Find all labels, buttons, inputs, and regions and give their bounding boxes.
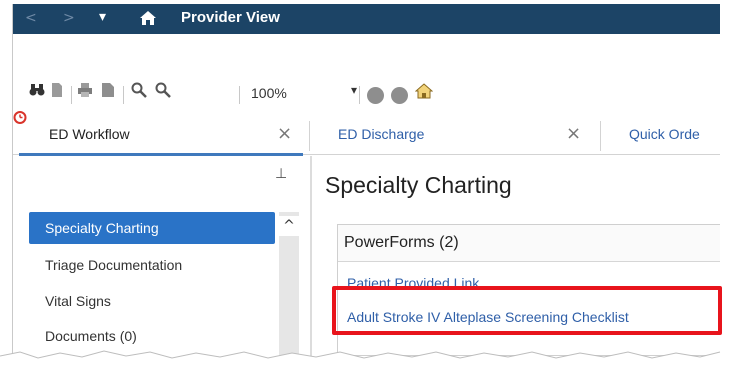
tab-label: Quick Orde [629, 126, 700, 142]
close-icon[interactable]: × [566, 123, 581, 144]
powerforms-header[interactable]: PowerForms (2) [338, 225, 720, 262]
tab-ed-discharge[interactable]: ED Discharge × [310, 117, 600, 155]
zoom-value: 100% [251, 85, 287, 101]
scroll-up-button[interactable]: ^ [279, 216, 299, 236]
nav-item-vital-signs[interactable]: Vital Signs [29, 285, 275, 317]
home-icon[interactable] [139, 10, 157, 31]
zoom-select[interactable]: 100% ▾ [247, 81, 365, 105]
powerforms-title: PowerForms (2) [344, 234, 459, 251]
pane-splitter[interactable] [310, 156, 312, 356]
nav-item-specialty-charting[interactable]: Specialty Charting [29, 212, 275, 244]
print-preview-icon[interactable] [101, 82, 117, 98]
forward-button[interactable]: > [63, 9, 75, 27]
tab-ed-workflow[interactable]: ED Workflow × [13, 117, 309, 156]
house-icon[interactable] [415, 82, 433, 100]
close-icon[interactable]: × [277, 123, 292, 144]
print-icon[interactable] [77, 82, 93, 98]
window-title: Provider View [181, 9, 280, 26]
pin-icon[interactable]: ⊥ [275, 166, 287, 182]
toolbar-separator [123, 86, 124, 104]
tab-label: ED Discharge [338, 126, 425, 142]
chevron-down-icon[interactable]: ▾ [351, 83, 357, 97]
title-bar: < > ▾ Provider View [13, 4, 720, 34]
toolbar-separator [71, 86, 72, 104]
toolbar-separator [359, 86, 360, 104]
toolbar: 100% ▾ [13, 34, 720, 124]
back-button[interactable]: < [25, 9, 37, 27]
zoom-out-icon[interactable] [155, 82, 171, 98]
highlight-box [332, 286, 722, 335]
nav-item-triage-documentation[interactable]: Triage Documentation [29, 249, 275, 281]
tab-quick-orders[interactable]: Quick Orde [601, 117, 720, 155]
circle-icon[interactable] [367, 87, 384, 104]
page-title: Specialty Charting [325, 172, 512, 198]
zoom-in-icon[interactable] [131, 82, 147, 98]
circle-icon[interactable] [391, 87, 408, 104]
binoculars-icon[interactable] [29, 82, 45, 98]
page-icon[interactable] [51, 82, 63, 98]
toolbar-separator [239, 86, 240, 104]
history-dropdown-button[interactable]: ▾ [99, 8, 106, 26]
torn-edge [0, 350, 732, 369]
tab-bar: ED Workflow × ED Discharge × Quick Orde [13, 117, 720, 156]
tab-label: ED Workflow [49, 126, 130, 142]
left-navigation: ⊥ Specialty Charting Triage Documentatio… [13, 156, 305, 356]
